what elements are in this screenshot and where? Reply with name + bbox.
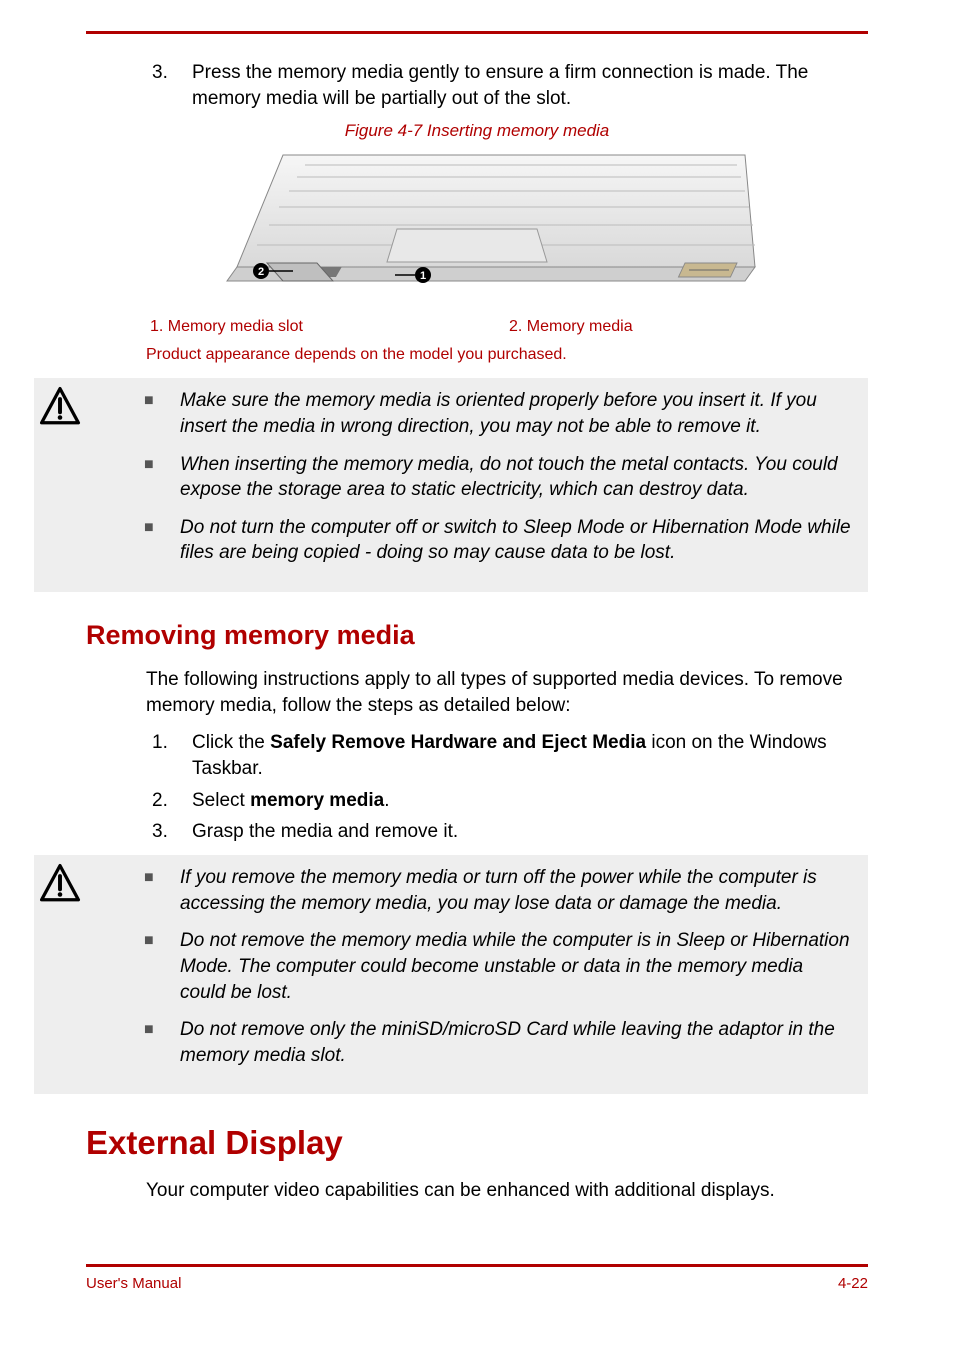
bullet-square-icon bbox=[144, 1017, 180, 1068]
footer-right: 4-22 bbox=[838, 1275, 868, 1292]
step-text-bold: Safely Remove Hardware and Eject Media bbox=[270, 732, 646, 753]
figure-caption: Figure 4-7 Inserting memory media bbox=[86, 121, 868, 141]
step-text-pre: Select bbox=[192, 790, 250, 811]
warning-text: If you remove the memory media or turn o… bbox=[180, 865, 852, 916]
svg-text:2: 2 bbox=[258, 266, 264, 278]
step-text-post: . bbox=[384, 790, 389, 811]
warning-item: Make sure the memory media is oriented p… bbox=[144, 388, 852, 439]
warning-item: If you remove the memory media or turn o… bbox=[144, 865, 852, 916]
footer-rule bbox=[86, 1264, 868, 1267]
bullet-square-icon bbox=[144, 452, 180, 503]
footer-left: User's Manual bbox=[86, 1275, 181, 1292]
svg-text:1: 1 bbox=[420, 270, 426, 282]
legend-2: 2. Memory media bbox=[509, 318, 868, 336]
external-display-text: Your computer video capabilities can be … bbox=[146, 1178, 868, 1204]
step-number: 2. bbox=[146, 788, 192, 814]
step-number: 3. bbox=[146, 60, 192, 111]
laptop-illustration: 1 2 bbox=[197, 147, 757, 297]
step-text-pre: Click the bbox=[192, 732, 270, 753]
figure-legend: 1. Memory media slot 2. Memory media bbox=[86, 318, 868, 336]
external-display-heading: External Display bbox=[86, 1124, 868, 1162]
warning-text: Make sure the memory media is oriented p… bbox=[180, 388, 852, 439]
product-appearance-note: Product appearance depends on the model … bbox=[146, 346, 868, 364]
warning-text: When inserting the memory media, do not … bbox=[180, 452, 852, 503]
warning-text: Do not remove the memory media while the… bbox=[180, 928, 852, 1005]
warning-icon bbox=[39, 863, 81, 905]
bullet-square-icon bbox=[144, 865, 180, 916]
warning-item: Do not remove only the miniSD/microSD Ca… bbox=[144, 1017, 852, 1068]
bullet-square-icon bbox=[144, 515, 180, 566]
warning-callout-1: Make sure the memory media is oriented p… bbox=[34, 378, 868, 592]
step-2: 2. Select memory media. bbox=[146, 788, 868, 814]
step-text: Select memory media. bbox=[192, 788, 868, 814]
removing-heading: Removing memory media bbox=[86, 620, 868, 651]
step-text: Click the Safely Remove Hardware and Eje… bbox=[192, 730, 868, 781]
step-number: 3. bbox=[146, 819, 192, 845]
step-1: 1. Click the Safely Remove Hardware and … bbox=[146, 730, 868, 781]
warning-icon bbox=[39, 386, 81, 428]
step-number: 1. bbox=[146, 730, 192, 781]
step-text: Grasp the media and remove it. bbox=[192, 819, 868, 845]
bullet-square-icon bbox=[144, 928, 180, 1005]
step-text: Press the memory media gently to ensure … bbox=[192, 60, 868, 111]
warning-item: Do not remove the memory media while the… bbox=[144, 928, 852, 1005]
removing-intro: The following instructions apply to all … bbox=[146, 667, 868, 718]
header-rule bbox=[86, 0, 868, 34]
figure-image: 1 2 bbox=[86, 147, 868, 302]
warning-item: When inserting the memory media, do not … bbox=[144, 452, 852, 503]
warning-text: Do not remove only the miniSD/microSD Ca… bbox=[180, 1017, 852, 1068]
warning-item: Do not turn the computer off or switch t… bbox=[144, 515, 852, 566]
step-3b: 3. Grasp the media and remove it. bbox=[146, 819, 868, 845]
legend-1: 1. Memory media slot bbox=[86, 318, 509, 336]
step-text-bold: memory media bbox=[250, 790, 384, 811]
warning-callout-2: If you remove the memory media or turn o… bbox=[34, 855, 868, 1094]
step-3: 3. Press the memory media gently to ensu… bbox=[146, 60, 868, 111]
page-footer: User's Manual 4-22 bbox=[86, 1275, 868, 1292]
warning-text: Do not turn the computer off or switch t… bbox=[180, 515, 852, 566]
bullet-square-icon bbox=[144, 388, 180, 439]
